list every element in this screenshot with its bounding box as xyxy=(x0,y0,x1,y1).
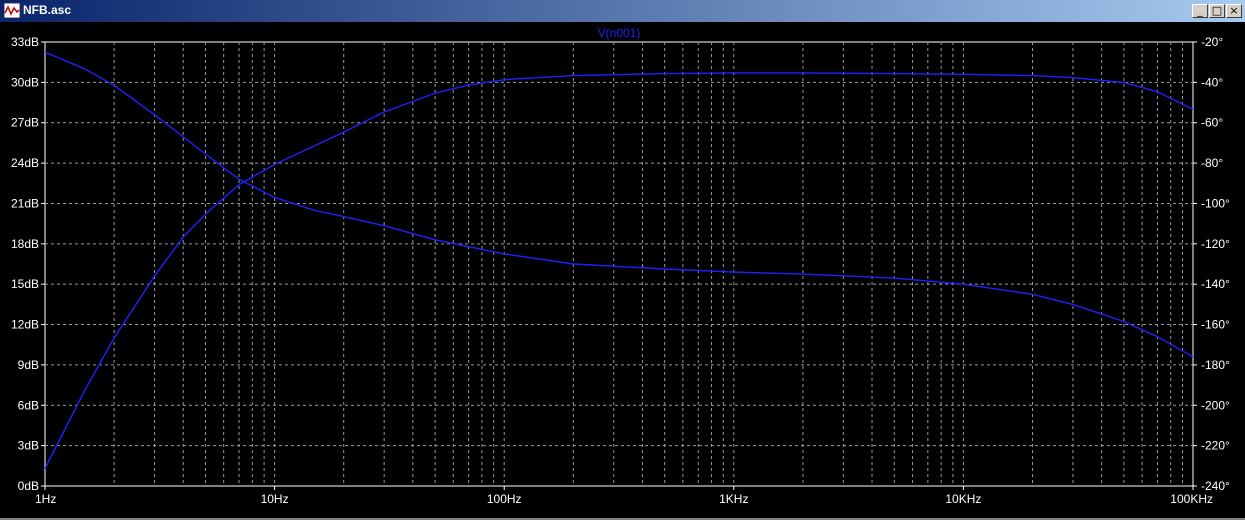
y-right-tick-label: -220° xyxy=(1201,439,1230,453)
y-left-tick-label: 24dB xyxy=(11,156,39,170)
x-tick-label: 1Hz xyxy=(35,492,56,506)
y-right-tick-label: -20° xyxy=(1201,35,1223,49)
y-right-tick-label: -140° xyxy=(1201,277,1230,291)
window-title: NFB.asc xyxy=(23,3,72,17)
y-left-tick-label: 21dB xyxy=(11,196,39,210)
y-right-tick-label: -200° xyxy=(1201,398,1230,412)
y-right-tick-label: -240° xyxy=(1201,479,1230,493)
y-right-tick-label: -100° xyxy=(1201,196,1230,210)
y-right-tick-label: -180° xyxy=(1201,358,1230,372)
plot-frame xyxy=(44,41,1194,487)
waveform-icon xyxy=(4,3,20,18)
y-right-tick-label: -80° xyxy=(1201,156,1223,170)
x-tick-label: 1KHz xyxy=(719,492,748,506)
x-tick-label: 10KHz xyxy=(945,492,981,506)
trace-title[interactable]: V(n001) xyxy=(598,26,641,40)
close-button[interactable]: × xyxy=(1226,4,1242,18)
bode-plot[interactable]: 0dB 3dB 6dB 9dB 12dB 15dB 18dB 21dB 24dB 27dB 30dB… xyxy=(0,22,1245,518)
y-left-tick-label: 6dB xyxy=(18,398,39,412)
y-left-tick-label: 9dB xyxy=(18,358,39,372)
y-right-tick-label: -120° xyxy=(1201,237,1230,251)
x-tick-label: 100Hz xyxy=(487,492,522,506)
y-left-tick-label: 15dB xyxy=(11,277,39,291)
y-left-tick-label: 30dB xyxy=(11,75,39,89)
plot-pane[interactable]: 0dB 3dB 6dB 9dB 12dB 15dB 18dB 21dB 24dB 27dB 30dB… xyxy=(0,22,1245,518)
y-left-tick-label: 0dB xyxy=(18,479,39,493)
y-left-tick-label: 3dB xyxy=(18,439,39,453)
minimize-button[interactable]: _ xyxy=(1192,4,1208,18)
y-left-tick-label: 18dB xyxy=(11,237,39,251)
y-left-tick-label: 12dB xyxy=(11,318,39,332)
x-tick-label: 10Hz xyxy=(261,492,289,506)
window-title-bar[interactable]: NFB.asc _ □ × xyxy=(0,0,1245,22)
y-left-tick-label: 27dB xyxy=(11,116,39,130)
x-tick-label: 100KHz xyxy=(1170,492,1213,506)
maximize-button[interactable]: □ xyxy=(1209,4,1225,18)
magnitude-trace[interactable] xyxy=(44,72,1194,469)
y-right-tick-label: -60° xyxy=(1201,116,1223,130)
y-right-tick-label: -160° xyxy=(1201,318,1230,332)
y-right-tick-label: -40° xyxy=(1201,75,1223,89)
y-left-tick-label: 33dB xyxy=(11,35,39,49)
